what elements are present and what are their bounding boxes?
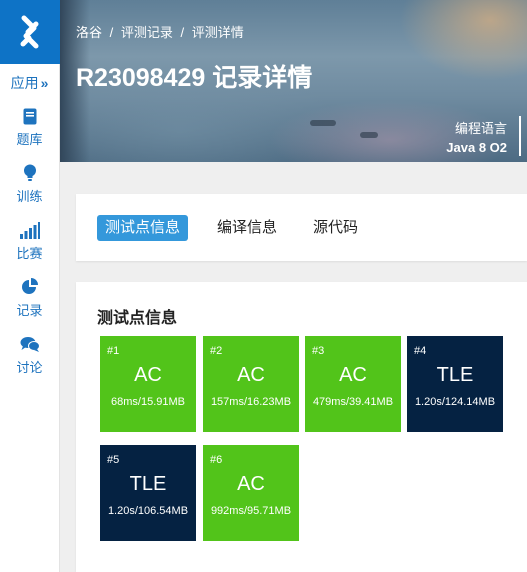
test-case-number: #3	[312, 345, 325, 357]
app-menu-label: 应用	[10, 75, 39, 91]
sidebar: 应用 » 题库 训练 比赛 记录 讨论	[0, 0, 60, 572]
sidebar-item-label: 记录	[16, 303, 43, 318]
test-case-status: AC	[237, 473, 265, 495]
app-menu-link[interactable]: 应用 »	[0, 68, 59, 98]
header-background-decoration	[310, 120, 336, 126]
breadcrumb-separator: /	[109, 25, 114, 40]
luogu-logo[interactable]	[0, 0, 60, 64]
tab-source-code[interactable]: 源代码	[305, 215, 366, 241]
page-header: 洛谷 / 评测记录 / 评测详情 R23098429 记录详情 编程语言 Jav…	[60, 0, 527, 162]
test-case-number: #2	[210, 345, 223, 357]
sidebar-item-label: 比赛	[16, 246, 43, 261]
test-case-result: 479ms/39.41MB	[312, 396, 394, 408]
test-case-1[interactable]: #1 AC 68ms/15.91MB	[100, 336, 196, 432]
test-case-5[interactable]: #5 TLE 1.20s/106.54MB	[100, 445, 196, 541]
breadcrumb-current: 评测详情	[191, 25, 244, 40]
page-title: R23098429 记录详情	[76, 64, 313, 92]
language-value: Java 8 O2	[446, 140, 507, 155]
tab-test-points[interactable]: 测试点信息	[97, 215, 189, 241]
test-case-status: AC	[339, 364, 367, 386]
breadcrumb: 洛谷 / 评测记录 / 评测详情	[76, 22, 248, 41]
test-case-status: AC	[134, 364, 162, 386]
test-case-status: AC	[237, 364, 265, 386]
test-case-number: #4	[414, 345, 427, 357]
breadcrumb-separator: /	[180, 25, 185, 40]
test-case-result: 68ms/15.91MB	[111, 396, 185, 408]
logo-icon	[20, 15, 39, 49]
test-case-6[interactable]: #6 AC 992ms/95.71MB	[203, 445, 299, 541]
sidebar-item-training[interactable]: 训练	[0, 163, 59, 212]
sidebar-item-label: 讨论	[16, 360, 43, 375]
test-case-number: #6	[210, 454, 223, 466]
test-case-number: #5	[107, 454, 120, 466]
header-divider	[519, 116, 521, 156]
sidebar-item-records[interactable]: 记录	[0, 277, 59, 326]
chat-bubbles-icon	[20, 334, 40, 354]
sidebar-item-contest[interactable]: 比赛	[0, 220, 59, 269]
book-icon	[20, 106, 40, 126]
sidebar-item-label: 训练	[16, 189, 43, 204]
test-points-card: 测试点信息 #1 AC 68ms/15.91MB #2 AC 157ms/16.…	[76, 282, 527, 572]
sidebar-item-label: 题库	[16, 132, 43, 147]
language-label: 编程语言	[454, 121, 507, 136]
test-case-status: TLE	[436, 364, 474, 386]
signal-bars-icon	[19, 220, 40, 240]
test-case-4[interactable]: #4 TLE 1.20s/124.14MB	[407, 336, 503, 432]
lightbulb-icon	[20, 163, 40, 183]
breadcrumb-records-link[interactable]: 评测记录	[121, 25, 173, 40]
breadcrumb-home-link[interactable]: 洛谷	[76, 25, 102, 40]
test-case-number: #1	[107, 345, 120, 357]
double-chevron-right-icon: »	[40, 75, 49, 91]
test-case-3[interactable]: #3 AC 479ms/39.41MB	[305, 336, 401, 432]
section-title: 测试点信息	[97, 310, 178, 327]
tabs-card: 测试点信息 编译信息 源代码	[76, 194, 527, 261]
test-case-result: 1.20s/106.54MB	[107, 505, 189, 517]
test-case-result: 1.20s/124.14MB	[414, 396, 496, 408]
test-case-result: 157ms/16.23MB	[210, 396, 292, 408]
pie-chart-icon	[20, 277, 40, 297]
header-background-decoration	[360, 132, 378, 138]
sidebar-item-discuss[interactable]: 讨论	[0, 334, 59, 383]
test-case-2[interactable]: #2 AC 157ms/16.23MB	[203, 336, 299, 432]
language-info: 编程语言 Java 8 O2	[446, 118, 507, 155]
tab-compile-info[interactable]: 编译信息	[209, 215, 285, 241]
test-case-result: 992ms/95.71MB	[210, 505, 292, 517]
sidebar-item-problems[interactable]: 题库	[0, 106, 59, 155]
test-case-status: TLE	[129, 473, 167, 495]
